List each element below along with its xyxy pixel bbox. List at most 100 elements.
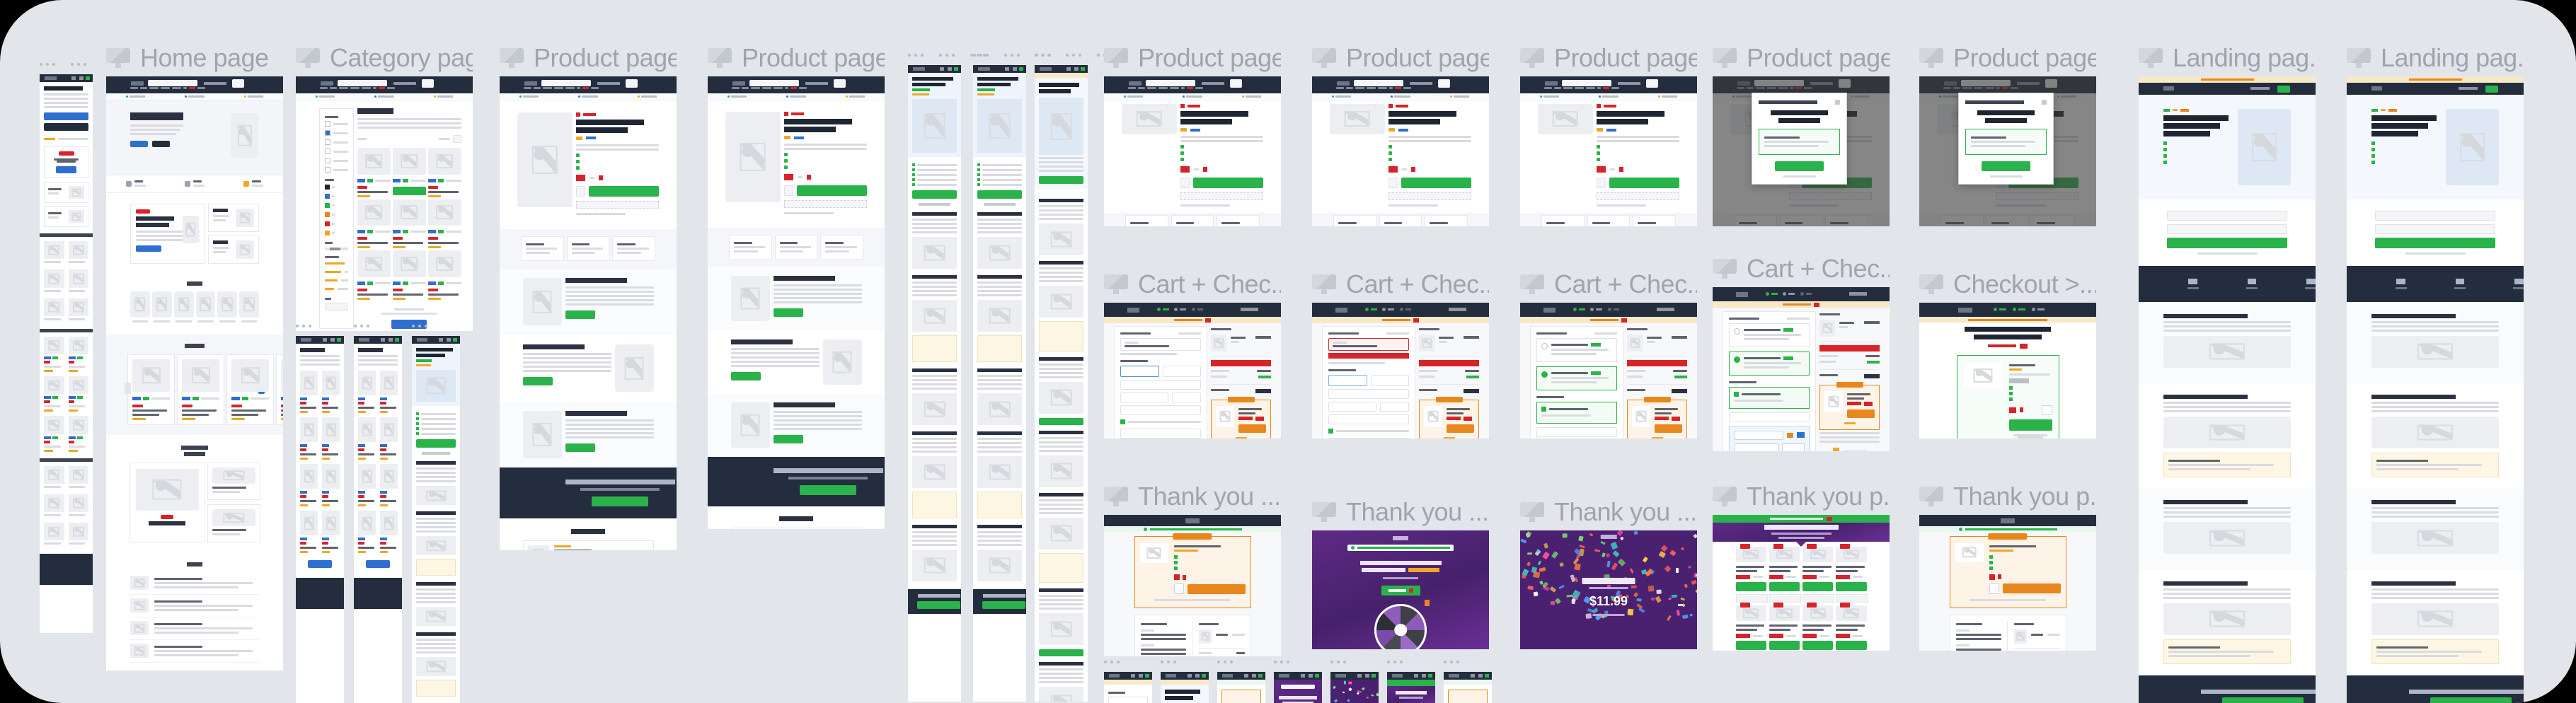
handle-dot[interactable] bbox=[1343, 661, 1346, 663]
artboard-frame[interactable] bbox=[2347, 76, 2524, 703]
artboard-title-landing-2[interactable]: Landing pag... bbox=[2347, 44, 2524, 72]
nav-item[interactable] bbox=[379, 87, 385, 90]
artboard-thankyou-products[interactable]: Thank you p... bbox=[1713, 482, 1890, 651]
handle-dot[interactable] bbox=[71, 63, 74, 66]
swatch-row[interactable] bbox=[324, 221, 335, 227]
artboard-frame[interactable] bbox=[1919, 303, 2096, 438]
side-card[interactable] bbox=[44, 182, 88, 203]
handle-dot[interactable] bbox=[979, 54, 982, 57]
product-card[interactable] bbox=[300, 417, 318, 460]
offer-quantity[interactable] bbox=[1173, 583, 1184, 594]
artboard-title-product-7[interactable]: Product page... bbox=[1919, 44, 2096, 72]
artboard-frame[interactable] bbox=[500, 76, 677, 550]
mobile-header[interactable] bbox=[908, 65, 961, 73]
product-card[interactable] bbox=[357, 250, 391, 301]
handle-dot[interactable] bbox=[1217, 661, 1220, 663]
handle-group[interactable] bbox=[1004, 54, 1020, 57]
artboard-landing-2[interactable]: Landing pag... bbox=[2347, 44, 2524, 703]
artboard-frame[interactable] bbox=[1104, 672, 1152, 703]
card-name-field[interactable] bbox=[1536, 426, 1618, 437]
checkout-field[interactable] bbox=[1108, 697, 1148, 703]
artboard-title-cart-4[interactable]: Cart + Chec... bbox=[1713, 255, 1890, 283]
add-to-cart-button[interactable] bbox=[1735, 641, 1766, 651]
post-purchase-offer[interactable] bbox=[1448, 690, 1488, 703]
radio-button[interactable] bbox=[1541, 342, 1548, 349]
product-card[interactable] bbox=[276, 354, 283, 426]
cart-icon[interactable] bbox=[1372, 674, 1376, 678]
handle-group[interactable] bbox=[1104, 661, 1120, 663]
artboard-frame[interactable] bbox=[1104, 515, 1281, 656]
product-gallery[interactable] bbox=[517, 112, 573, 207]
filter-row[interactable] bbox=[324, 139, 348, 146]
swatch-row[interactable] bbox=[324, 193, 335, 199]
account-icon[interactable] bbox=[1365, 674, 1369, 678]
nav-item[interactable] bbox=[523, 87, 531, 90]
cart-icon[interactable] bbox=[1428, 674, 1432, 678]
add-to-cart-button[interactable] bbox=[912, 190, 957, 199]
handle-dot[interactable] bbox=[296, 325, 299, 327]
nav-item[interactable] bbox=[330, 87, 337, 90]
add-to-cart-button[interactable] bbox=[1735, 581, 1766, 591]
artboard-title-landing-1[interactable]: Landing pag... bbox=[2139, 44, 2316, 72]
color-swatches[interactable] bbox=[324, 184, 348, 236]
cart-button[interactable] bbox=[421, 79, 434, 88]
artboard-home-mobile[interactable] bbox=[40, 60, 93, 633]
announcement-bar[interactable] bbox=[2347, 76, 2524, 83]
upsell-add-button[interactable] bbox=[1238, 424, 1267, 433]
handle-dot[interactable] bbox=[1387, 661, 1390, 663]
nav-item[interactable] bbox=[582, 87, 589, 90]
design-canvas[interactable]: Home pageCategory pageProduct pageProduc… bbox=[0, 0, 2576, 703]
filter-checkbox[interactable] bbox=[324, 130, 330, 136]
grid-item[interactable] bbox=[44, 376, 64, 412]
offer-button-row[interactable] bbox=[1989, 583, 2061, 594]
artboard-frame[interactable] bbox=[1520, 303, 1697, 438]
artboard-frame[interactable] bbox=[708, 76, 885, 529]
cart-icon[interactable] bbox=[1315, 674, 1319, 678]
product-card[interactable] bbox=[392, 199, 426, 249]
product-secondary-action[interactable] bbox=[1836, 593, 1868, 603]
product-card[interactable] bbox=[427, 199, 461, 249]
handle-group[interactable] bbox=[40, 63, 55, 66]
main-nav[interactable] bbox=[731, 87, 807, 90]
content-cta[interactable] bbox=[522, 377, 553, 386]
filter-checkbox[interactable] bbox=[324, 158, 330, 164]
product-card[interactable] bbox=[392, 250, 426, 301]
handle-dot[interactable] bbox=[914, 54, 917, 57]
account-icon[interactable] bbox=[389, 338, 393, 342]
carousel-prev[interactable] bbox=[125, 382, 132, 394]
quantity-stepper[interactable] bbox=[1180, 178, 1190, 189]
checkbox-checked[interactable] bbox=[1328, 428, 1333, 434]
rating-reviews[interactable] bbox=[1398, 128, 1408, 132]
login-link[interactable] bbox=[1594, 332, 1618, 335]
filter-row[interactable] bbox=[324, 130, 348, 136]
nav-item[interactable] bbox=[160, 87, 171, 90]
product-card[interactable] bbox=[380, 511, 398, 554]
artboard-title-thankyou-offer[interactable]: Thank you p... bbox=[1919, 482, 2096, 511]
add-to-cart-button[interactable] bbox=[416, 439, 456, 448]
cart-icon[interactable] bbox=[86, 76, 90, 80]
artboard-category-mobile-c[interactable] bbox=[412, 322, 460, 703]
nav-item[interactable] bbox=[1543, 87, 1552, 90]
account-icon[interactable] bbox=[1074, 67, 1079, 71]
upsell-product-card[interactable] bbox=[1956, 354, 2059, 438]
nav-item[interactable] bbox=[1378, 87, 1387, 90]
offer-product-card[interactable] bbox=[1802, 603, 1834, 651]
artboard-title-checkout-upsell[interactable]: Checkout >... bbox=[1919, 270, 2096, 298]
product-gallery[interactable] bbox=[1330, 104, 1385, 134]
artboard-frame[interactable] bbox=[1312, 530, 1489, 649]
filter-row[interactable] bbox=[324, 121, 348, 127]
add-to-cart-button[interactable] bbox=[589, 185, 659, 197]
product-card[interactable] bbox=[358, 511, 376, 554]
product-card[interactable] bbox=[322, 511, 340, 554]
cart-icon[interactable] bbox=[453, 338, 457, 342]
featured-card[interactable] bbox=[44, 146, 88, 178]
quantity-row[interactable] bbox=[1388, 178, 1471, 189]
handle-dot[interactable] bbox=[1004, 54, 1007, 57]
artboard-thankyou-jackpot[interactable]: Thank you ... $11.99 bbox=[1520, 498, 1697, 649]
faq-row[interactable] bbox=[130, 617, 260, 641]
radio-button[interactable] bbox=[1733, 356, 1740, 363]
offer-button-row[interactable] bbox=[1173, 583, 1246, 594]
faq-row[interactable] bbox=[130, 572, 260, 595]
nav-item[interactable] bbox=[172, 87, 181, 90]
search-input[interactable] bbox=[337, 79, 387, 86]
